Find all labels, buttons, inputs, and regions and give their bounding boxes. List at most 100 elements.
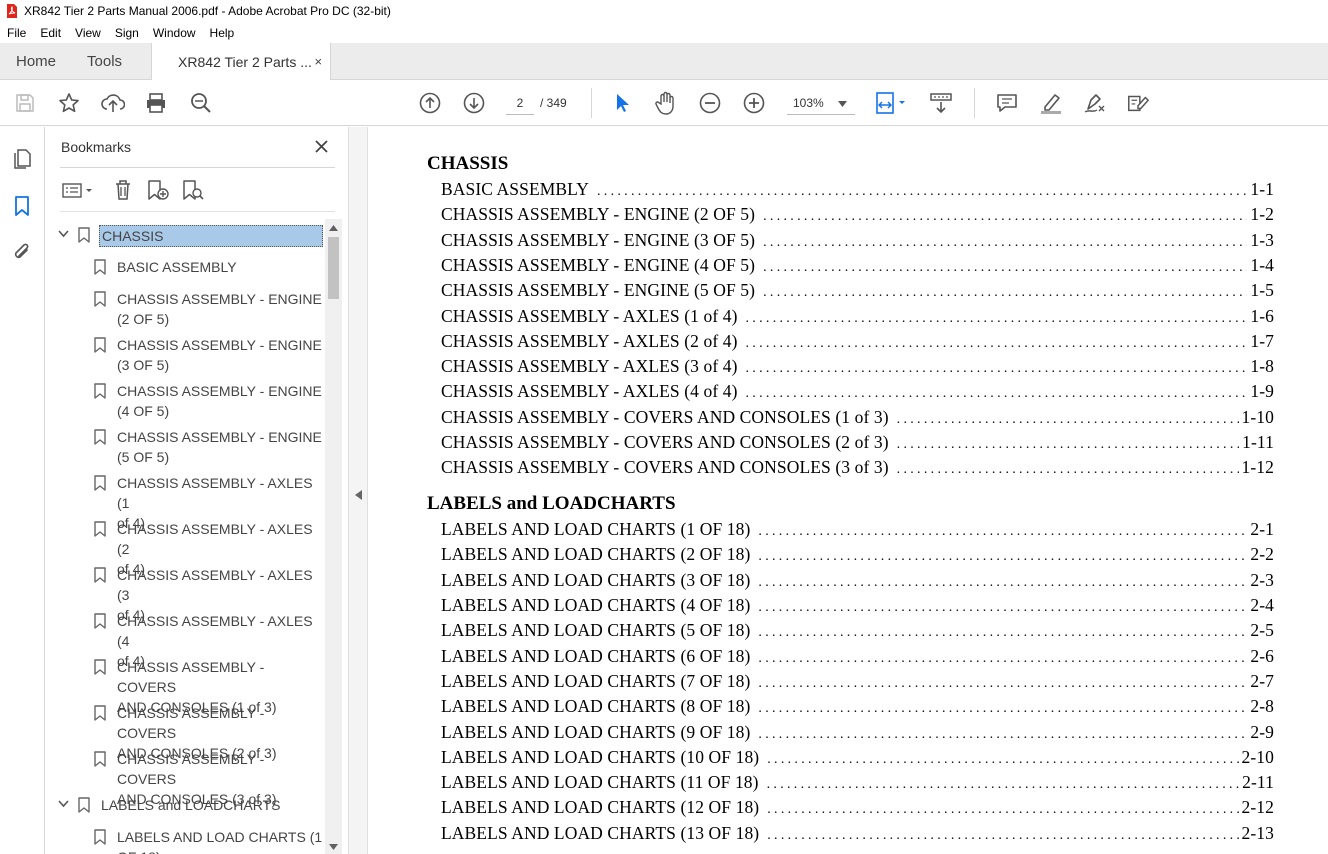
panel-splitter[interactable]: [348, 127, 368, 854]
close-icon[interactable]: [311, 136, 331, 156]
toc-entry[interactable]: LABELS AND LOAD CHARTS (8 OF 18)........…: [441, 696, 1274, 718]
toc-entry[interactable]: CHASSIS ASSEMBLY - ENGINE (4 OF 5)......…: [441, 255, 1274, 277]
menu-view[interactable]: View: [68, 26, 108, 40]
bookmark-label-line: (4 OF 5): [117, 403, 170, 419]
page-total: / 349: [540, 96, 567, 110]
toc-entry[interactable]: LABELS AND LOAD CHARTS (10 OF 18).......…: [441, 747, 1274, 769]
tab-document[interactable]: XR842 Tier 2 Parts ... ×: [151, 43, 332, 80]
bookmark-label-line: CHASSIS ASSEMBLY - ENGINE: [117, 429, 322, 445]
draw-icon[interactable]: [1083, 91, 1107, 115]
bookmark-from-selection-icon[interactable]: [180, 177, 206, 203]
print-icon[interactable]: [144, 91, 168, 115]
bookmark-label: CHASSIS ASSEMBLY - ENGINE (4 OF 5): [117, 381, 322, 421]
menu-window[interactable]: Window: [146, 26, 203, 40]
toc-entry-page: 1-10: [1241, 406, 1274, 427]
toc-entry[interactable]: LABELS AND LOAD CHARTS (4 OF 18)........…: [441, 595, 1274, 617]
bookmark-icon: [94, 291, 106, 307]
toc-entry[interactable]: CHASSIS ASSEMBLY - COVERS AND CONSOLES (…: [441, 432, 1274, 454]
prev-page-icon[interactable]: [418, 91, 442, 115]
next-page-icon[interactable]: [462, 91, 486, 115]
toc-entry[interactable]: CHASSIS ASSEMBLY - AXLES (2 of 4).......…: [441, 331, 1274, 353]
delete-icon[interactable]: [111, 177, 135, 203]
toc-entry-page: 2-7: [1250, 670, 1274, 691]
page-number-input[interactable]: [506, 91, 534, 115]
toc-leader-dots: ........................................…: [758, 549, 1248, 565]
fit-page-icon[interactable]: [873, 91, 909, 115]
bookmark-panel-icon[interactable]: [10, 194, 34, 218]
toc-leader-dots: ........................................…: [758, 650, 1248, 666]
comment-icon[interactable]: [995, 91, 1019, 115]
toc-entry-title: LABELS AND LOAD CHARTS (3 OF 18): [441, 569, 751, 590]
toc-leader-dots: ........................................…: [763, 209, 1247, 225]
select-cursor-icon[interactable]: [610, 91, 634, 115]
bookmark-icon: [94, 751, 106, 767]
toc-entry[interactable]: CHASSIS ASSEMBLY - ENGINE (2 OF 5)......…: [441, 204, 1274, 226]
toc-entry[interactable]: CHASSIS ASSEMBLY - AXLES (1 of 4).......…: [441, 306, 1274, 328]
toc-entry[interactable]: LABELS AND LOAD CHARTS (6 OF 18)........…: [441, 646, 1274, 668]
menu-edit[interactable]: Edit: [33, 26, 68, 40]
bookmark-label-line: (2 OF 5): [117, 311, 170, 327]
bookmark-icon: [94, 659, 106, 675]
attachment-icon[interactable]: [10, 240, 34, 264]
toc-entry[interactable]: LABELS AND LOAD CHARTS (7 OF 18)........…: [441, 671, 1274, 693]
toc-entry-title: CHASSIS ASSEMBLY - AXLES (1 of 4): [441, 305, 738, 326]
scroll-down-icon[interactable]: [329, 842, 338, 851]
toc-entry[interactable]: BASIC ASSEMBLY..........................…: [441, 179, 1274, 201]
bookmarks-scrollbar[interactable]: [325, 219, 342, 854]
toc-entry[interactable]: CHASSIS ASSEMBLY - COVERS AND CONSOLES (…: [441, 457, 1274, 479]
menu-help[interactable]: Help: [203, 26, 242, 40]
bookmark-icon: [94, 567, 106, 583]
close-tab-icon[interactable]: ×: [314, 54, 322, 69]
toc-leader-dots: ........................................…: [758, 600, 1248, 615]
toc-entry-page: 2-2: [1250, 544, 1274, 565]
toc-entry[interactable]: LABELS AND LOAD CHARTS (12 OF 18).......…: [441, 797, 1274, 819]
tab-home[interactable]: Home: [0, 43, 71, 79]
toc-leader-dots: ........................................…: [758, 675, 1248, 691]
menu-file[interactable]: File: [0, 26, 33, 40]
zoom-select[interactable]: 103%: [787, 91, 855, 115]
toc-entry[interactable]: LABELS AND LOAD CHARTS (9 OF 18)........…: [441, 722, 1274, 744]
toc-entry[interactable]: LABELS AND LOAD CHARTS (11 OF 18).......…: [441, 772, 1274, 794]
new-bookmark-icon[interactable]: [145, 177, 171, 203]
bookmark-options-icon[interactable]: [61, 177, 95, 203]
toc-entry[interactable]: LABELS AND LOAD CHARTS (13 OF 18).......…: [441, 823, 1274, 845]
scroll-mode-icon[interactable]: [929, 91, 953, 115]
upload-icon[interactable]: [101, 91, 125, 115]
hand-tool-icon[interactable]: [654, 91, 678, 115]
toc-entry[interactable]: CHASSIS ASSEMBLY - AXLES (4 of 4).......…: [441, 381, 1274, 403]
toc-entry[interactable]: CHASSIS ASSEMBLY - ENGINE (5 OF 5)......…: [441, 280, 1274, 302]
bookmark-label-line: (3 OF 5): [117, 357, 170, 373]
zoom-in-icon[interactable]: [742, 91, 766, 115]
scrollbar-thumb[interactable]: [328, 237, 339, 299]
bookmark-label-line: CHASSIS ASSEMBLY - AXLES (2: [117, 521, 313, 557]
toc-entry[interactable]: CHASSIS ASSEMBLY - ENGINE (3 OF 5)......…: [441, 230, 1274, 252]
bookmark-label: CHASSIS: [99, 225, 323, 247]
scroll-up-icon[interactable]: [329, 223, 338, 232]
search-zoom-icon[interactable]: [189, 91, 213, 115]
toc-entry[interactable]: LABELS AND LOAD CHARTS (2 OF 18)........…: [441, 544, 1274, 566]
toc-entry-title: CHASSIS ASSEMBLY - AXLES (2 of 4): [441, 330, 738, 351]
highlight-icon[interactable]: [1039, 91, 1063, 115]
toc-entry[interactable]: LABELS AND LOAD CHARTS (3 OF 18)........…: [441, 570, 1274, 592]
menu-sign[interactable]: Sign: [108, 26, 146, 40]
toc-entry-title: LABELS AND LOAD CHARTS (7 OF 18): [441, 670, 751, 691]
stamp-icon[interactable]: [1126, 91, 1150, 115]
toc-entry[interactable]: CHASSIS ASSEMBLY - COVERS AND CONSOLES (…: [441, 407, 1274, 429]
bookmark-tree: CHASSIS BASIC ASSEMBLY CHASSIS ASSEMBLY - …: [45, 219, 325, 854]
pages-thumbnail-icon[interactable]: [10, 147, 34, 171]
tab-tools[interactable]: Tools: [71, 43, 137, 79]
document-view[interactable]: CHASSIS BASIC ASSEMBLY...................…: [368, 127, 1328, 854]
toc-entry-title: LABELS AND LOAD CHARTS (6 OF 18): [441, 645, 751, 666]
save-icon[interactable]: [13, 91, 37, 115]
chevron-down-icon[interactable]: [57, 798, 69, 810]
collapse-panel-icon[interactable]: [355, 487, 362, 505]
star-icon[interactable]: [57, 91, 81, 115]
chevron-down-icon[interactable]: [57, 228, 69, 240]
toc-entry[interactable]: CHASSIS ASSEMBLY - AXLES (3 of 4).......…: [441, 356, 1274, 378]
toc-entry[interactable]: LABELS AND LOAD CHARTS (5 OF 18)........…: [441, 620, 1274, 642]
toc-entry[interactable]: LABELS AND LOAD CHARTS (1 OF 18)........…: [441, 519, 1274, 541]
toolbar: [0, 80, 1328, 126]
toc-entry-title: CHASSIS ASSEMBLY - COVERS AND CONSOLES (…: [441, 457, 889, 478]
zoom-out-icon[interactable]: [698, 91, 722, 115]
toc-leader-dots: ........................................…: [767, 827, 1238, 843]
